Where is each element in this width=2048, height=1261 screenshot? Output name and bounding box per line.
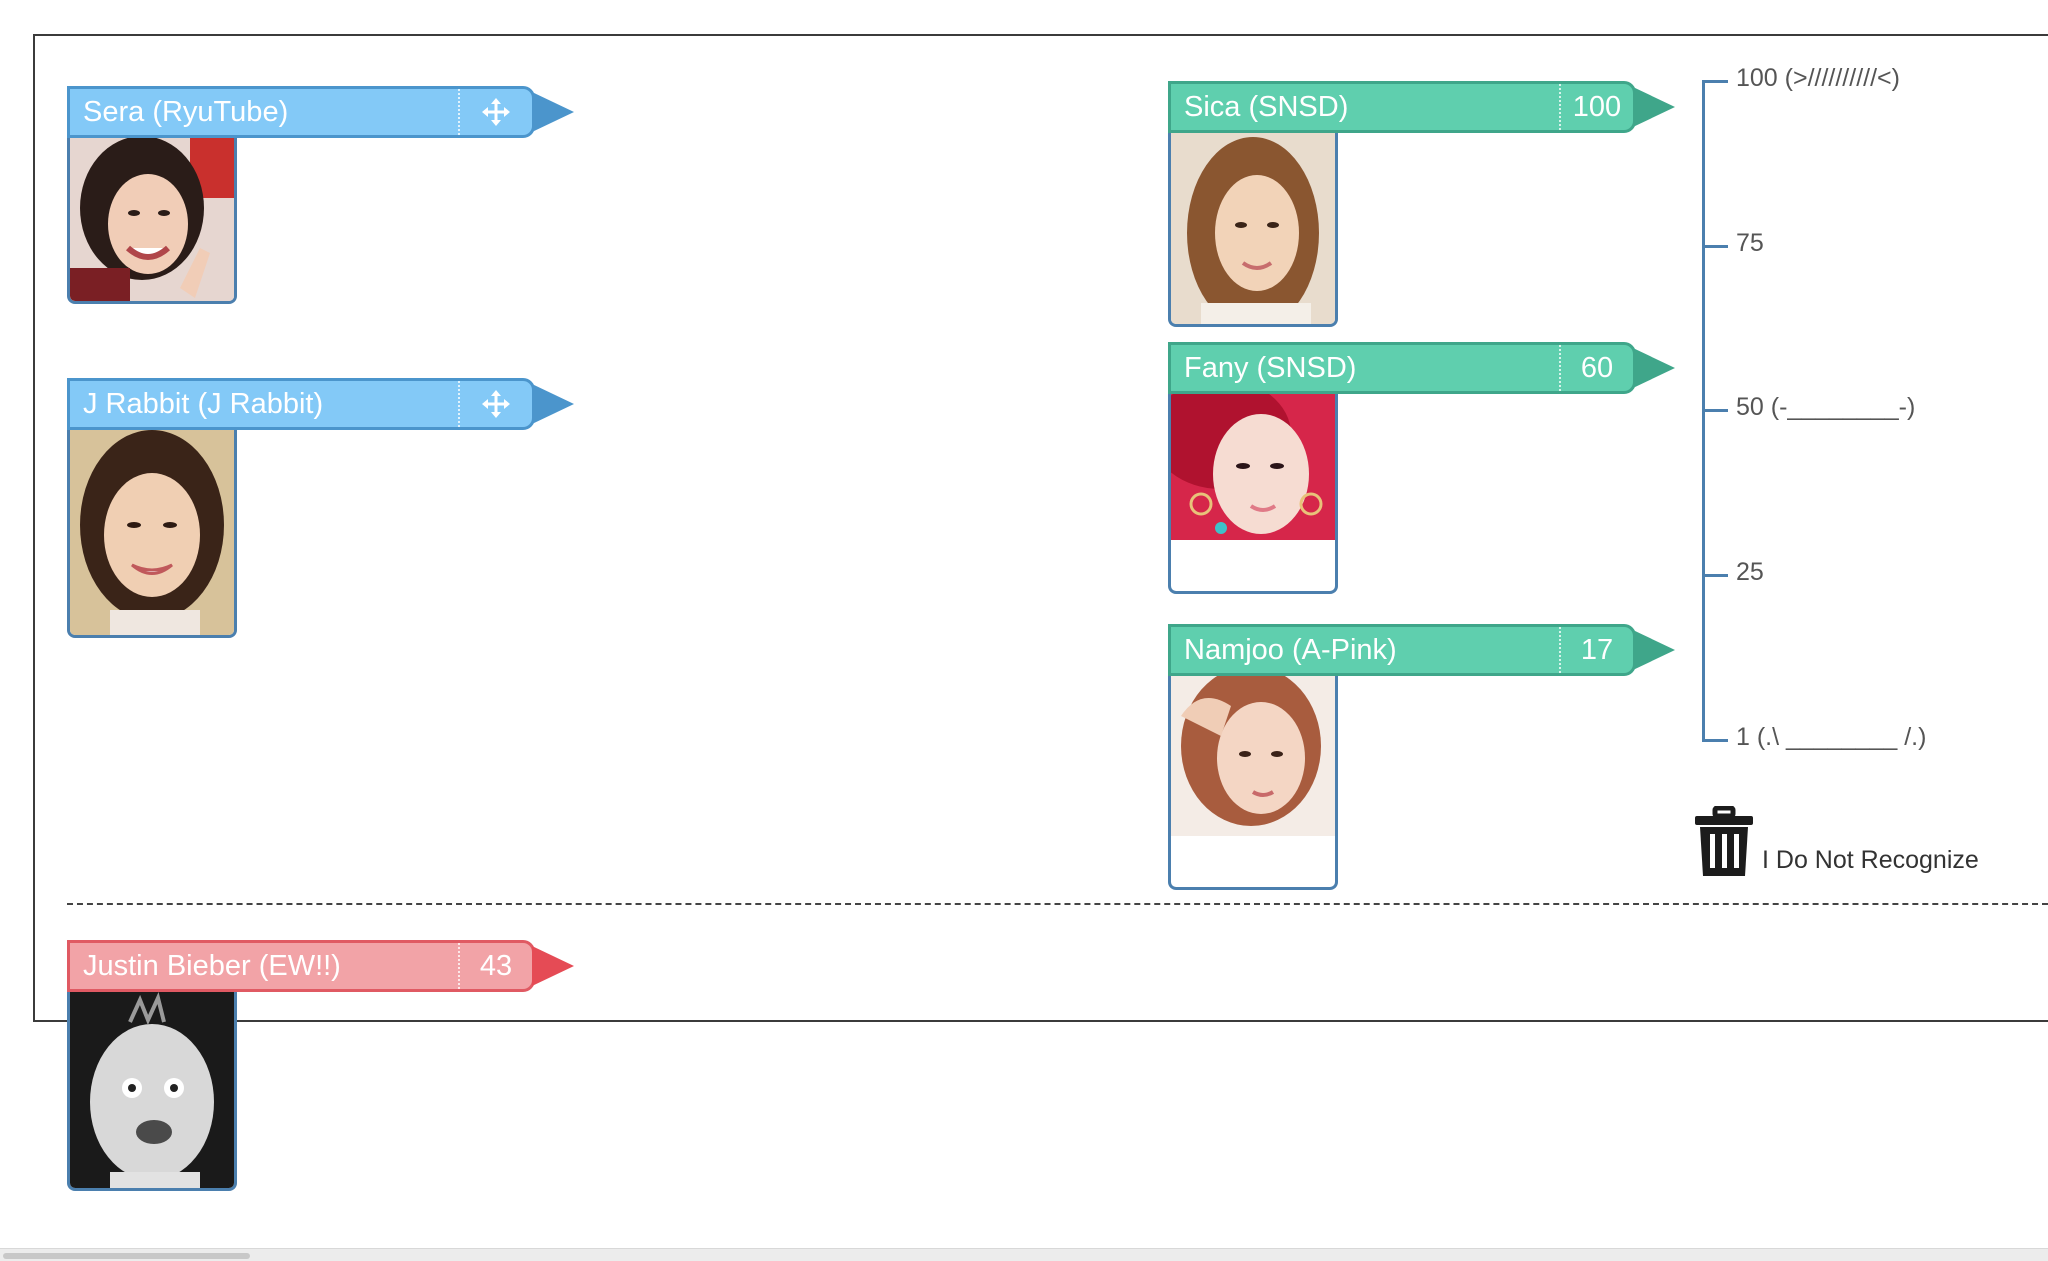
photo-sica <box>1168 133 1338 327</box>
photo-sera <box>67 138 237 304</box>
card-tag[interactable]: Sica (SNSD) 100 <box>1168 81 1675 133</box>
trash-icon[interactable] <box>1693 805 1755 883</box>
card-score: 60 <box>1580 352 1614 384</box>
photo-fany <box>1168 394 1338 594</box>
scrollbar-thumb[interactable] <box>3 1253 250 1259</box>
tick-label: 75 <box>1736 229 1764 257</box>
card-score: 17 <box>1580 634 1614 666</box>
move-icon[interactable] <box>460 381 532 427</box>
tick-label: 50 (-________-) <box>1736 393 1916 421</box>
photo-justin-bieber <box>67 992 237 1191</box>
card-tag[interactable]: Fany (SNSD) 60 <box>1168 342 1675 394</box>
card-name: J Rabbit (J Rabbit) <box>83 388 324 420</box>
tick-dash <box>1702 80 1728 83</box>
card-score: 43 <box>479 950 513 982</box>
tag-pointer <box>532 92 574 132</box>
card-tag[interactable]: Namjoo (A-Pink) 17 <box>1168 624 1675 676</box>
card-score: 100 <box>1572 91 1622 123</box>
card-tag[interactable]: Sera (RyuTube) <box>67 86 574 138</box>
score-scale: 100 (>//////////<) 75 50 (-________-) 25… <box>1700 64 2040 770</box>
trash-label[interactable]: I Do Not Recognize <box>1762 846 1979 875</box>
tick-label: 25 <box>1736 558 1764 586</box>
card-name: Sica (SNSD) <box>1184 91 1349 123</box>
tag-pointer <box>1633 348 1675 388</box>
move-icon[interactable] <box>460 89 532 135</box>
photo-j-rabbit <box>67 430 237 638</box>
tag-pointer <box>532 384 574 424</box>
tag-pointer <box>1633 630 1675 670</box>
card-name: Sera (RyuTube) <box>83 96 289 128</box>
horizontal-scrollbar[interactable] <box>0 1248 2048 1261</box>
card-tag[interactable]: Justin Bieber (EW!!) 43 <box>67 940 574 992</box>
tick-label: 1 (.\ ________ /.) <box>1736 723 1927 751</box>
tick-dash <box>1702 739 1728 742</box>
card-name: Fany (SNSD) <box>1184 352 1357 384</box>
tick-dash <box>1702 574 1728 577</box>
tag-pointer <box>1633 87 1675 127</box>
tick-label: 100 (>//////////<) <box>1736 64 1900 92</box>
card-tag[interactable]: J Rabbit (J Rabbit) <box>67 378 574 430</box>
tick-dash <box>1702 409 1728 412</box>
card-name: Justin Bieber (EW!!) <box>83 950 341 982</box>
section-divider <box>67 903 2048 905</box>
tick-dash <box>1702 245 1728 248</box>
tag-pointer <box>532 946 574 986</box>
photo-namjoo <box>1168 676 1338 890</box>
card-name: Namjoo (A-Pink) <box>1184 634 1397 666</box>
